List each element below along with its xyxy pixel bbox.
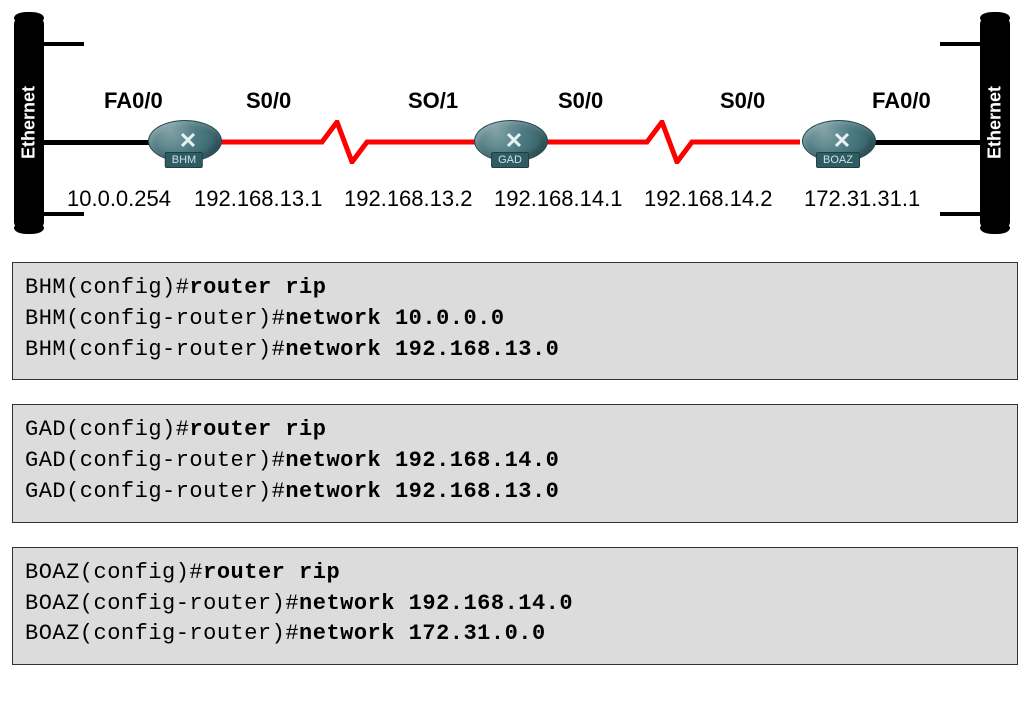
cli-line: GAD(config)#router rip [25,415,1005,446]
ip-label: 192.168.13.2 [344,186,472,212]
ip-label: 192.168.14.1 [494,186,622,212]
cli-prompt: BHM(config-router)# [25,337,285,362]
cli-prompt: BHM(config-router)# [25,306,285,331]
cli-prompt: GAD(config)# [25,417,189,442]
cli-command: network 10.0.0.0 [285,306,504,331]
cli-command: router rip [189,275,326,300]
iface-label: SO/1 [408,88,458,114]
cli-prompt: BOAZ(config-router)# [25,591,299,616]
cli-command: network 172.31.0.0 [299,621,546,646]
stub-line [940,212,980,216]
config-box-bhm: BHM(config)#router rip BHM(config-router… [12,262,1018,380]
cli-line: GAD(config-router)#network 192.168.13.0 [25,477,1005,508]
stub-line [44,212,84,216]
cli-line: BOAZ(config-router)#network 172.31.0.0 [25,619,1005,650]
cli-command: network 192.168.13.0 [285,337,559,362]
network-topology: Ethernet Ethernet ✕ BHM ✕ GAD ✕ BOAZ FA0… [12,12,1012,242]
ethernet-link-left [44,140,152,145]
cli-prompt: BHM(config)# [25,275,189,300]
ip-label: 192.168.14.2 [644,186,772,212]
iface-label: S0/0 [246,88,291,114]
cli-prompt: BOAZ(config)# [25,560,203,585]
cli-prompt: GAD(config-router)# [25,479,285,504]
cli-line: BHM(config-router)#network 192.168.13.0 [25,335,1005,366]
ethernet-label-right: Ethernet [985,78,1006,168]
router-boaz: ✕ BOAZ [802,120,874,166]
iface-label: FA0/0 [104,88,163,114]
cli-command: network 192.168.13.0 [285,479,559,504]
stub-line [44,42,84,46]
ip-label: 10.0.0.254 [67,186,171,212]
router-label: BOAZ [816,152,860,168]
cli-line: BOAZ(config-router)#network 192.168.14.0 [25,589,1005,620]
router-gad: ✕ GAD [474,120,546,166]
cli-line: BHM(config-router)#network 10.0.0.0 [25,304,1005,335]
router-bhm: ✕ BHM [148,120,220,166]
config-box-gad: GAD(config)#router rip GAD(config-router… [12,404,1018,522]
ip-label: 172.31.31.1 [804,186,920,212]
iface-label: S0/0 [558,88,603,114]
stub-line [940,42,980,46]
iface-label: S0/0 [720,88,765,114]
cli-prompt: GAD(config-router)# [25,448,285,473]
cli-prompt: BOAZ(config-router)# [25,621,299,646]
cli-command: network 192.168.14.0 [299,591,573,616]
serial-link-bhm-gad [217,120,475,164]
iface-label: FA0/0 [872,88,931,114]
ethernet-label-left: Ethernet [19,78,40,168]
router-label: BHM [165,152,203,168]
ethernet-link-right [872,140,980,145]
cli-command: router rip [189,417,326,442]
serial-link-gad-boaz [542,120,800,164]
cli-command: router rip [203,560,340,585]
config-box-boaz: BOAZ(config)#router rip BOAZ(config-rout… [12,547,1018,665]
router-label: GAD [491,152,529,168]
cli-line: BOAZ(config)#router rip [25,558,1005,589]
cli-line: BHM(config)#router rip [25,273,1005,304]
cli-line: GAD(config-router)#network 192.168.14.0 [25,446,1005,477]
cli-command: network 192.168.14.0 [285,448,559,473]
ip-label: 192.168.13.1 [194,186,322,212]
